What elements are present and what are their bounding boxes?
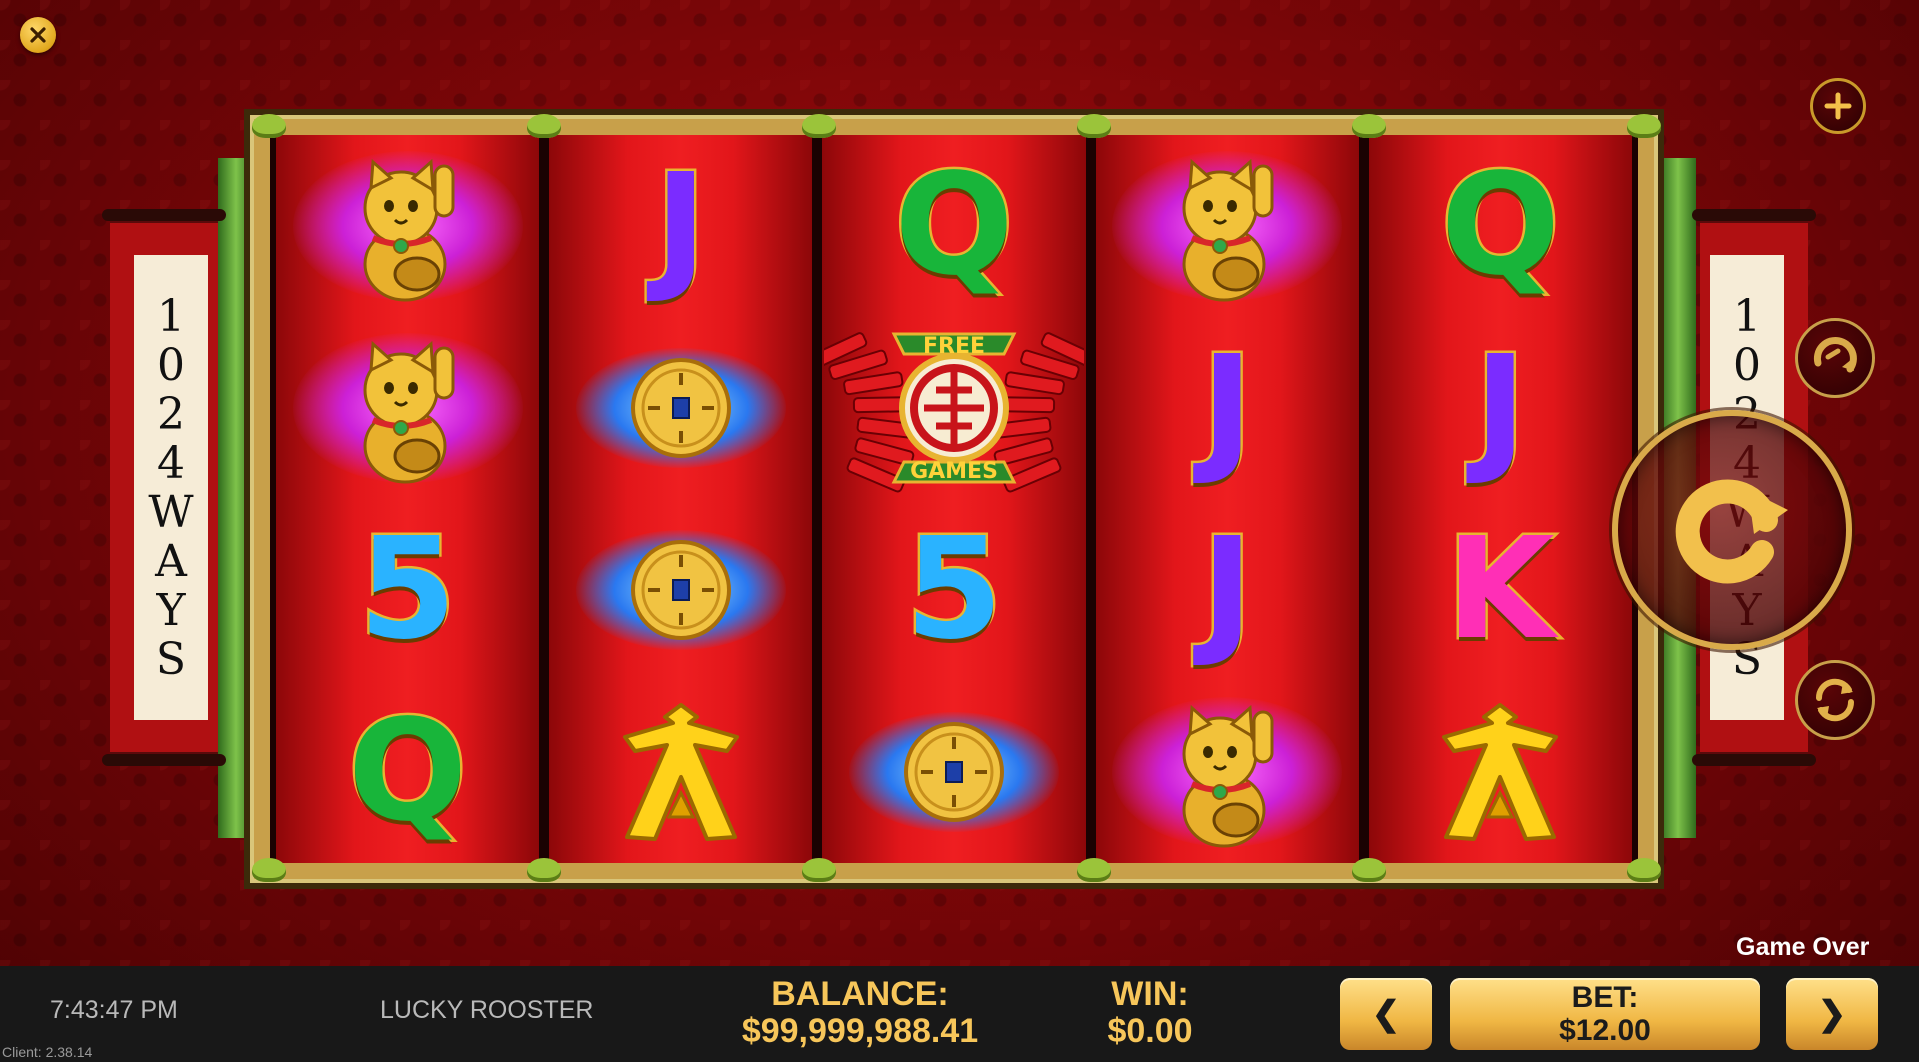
bet-increase-button[interactable]: ❯ <box>1786 978 1878 1050</box>
symbol-j: J <box>1472 326 1529 489</box>
symbol-j: J <box>1199 508 1256 671</box>
frame-stud <box>1627 858 1661 882</box>
frame-stud <box>1627 114 1661 138</box>
symbol-free-games: FREE GAMES <box>824 323 1084 493</box>
symbol-lucky-cat <box>1112 687 1343 857</box>
free-games-top-text: FREE <box>922 334 986 359</box>
ways-char: S <box>155 633 187 685</box>
symbol-j: J <box>652 144 709 307</box>
symbol-5: 5 <box>356 508 458 671</box>
refresh-icon <box>1815 678 1855 722</box>
chevron-left-icon: ❮ <box>1371 995 1401 1033</box>
frame-stud <box>1352 114 1386 138</box>
win-display: WIN: $0.00 <box>1080 976 1220 1050</box>
frame-stud <box>252 114 286 138</box>
reel-4: JJ <box>1095 135 1359 863</box>
balance-label: BALANCE: <box>771 975 949 1013</box>
bet-button[interactable]: BET: $12.00 <box>1450 978 1760 1050</box>
frame-stud <box>527 858 561 882</box>
ways-text: 1024WAYS <box>134 255 208 720</box>
frame-stud <box>527 114 561 138</box>
scroll-rod <box>102 209 226 221</box>
autoplay-button[interactable] <box>1795 318 1875 398</box>
symbol-gold-coin <box>839 687 1069 857</box>
balance-value: $99,999,988.41 <box>741 1012 979 1050</box>
bet-value: $12.00 <box>1559 1014 1651 1047</box>
ways-char: 0 <box>157 339 185 391</box>
symbol-k: K <box>1444 508 1557 671</box>
reel-5: QJK <box>1368 135 1633 863</box>
scroll-rod <box>102 754 226 766</box>
ways-char: 1 <box>1733 290 1761 342</box>
win-value: $0.00 <box>1107 1012 1193 1050</box>
symbol-ace <box>566 687 796 857</box>
reel-1: 5Q <box>276 135 540 863</box>
close-button[interactable] <box>20 17 56 53</box>
scroll-rod <box>1692 209 1816 221</box>
frame-stud <box>1077 114 1111 138</box>
win-label: WIN: <box>1111 975 1189 1013</box>
status-message: Game Over <box>1736 933 1870 961</box>
clock: 7:43:47 PM <box>50 996 178 1024</box>
symbol-q: Q <box>892 144 1016 307</box>
game-name: LUCKY ROOSTER <box>380 996 594 1024</box>
symbol-j: J <box>1199 326 1256 489</box>
symbol-ace <box>1385 687 1615 857</box>
bet-label: BET: <box>1571 981 1639 1014</box>
frame-stud <box>1352 858 1386 882</box>
frame-stud <box>802 114 836 138</box>
client-version: Client: 2.38.14 <box>2 1044 93 1060</box>
symbol-lucky-cat <box>1112 141 1343 311</box>
left-green-edge <box>218 158 254 838</box>
bottom-bar: 7:43:47 PM Client: 2.38.14 LUCKY ROOSTER… <box>0 966 1919 1062</box>
frame-stud <box>1077 858 1111 882</box>
ways-char: 4 <box>157 437 185 489</box>
reel-frame: 5 Q J Q FREE GAMES 5 J J Q J K <box>250 115 1658 883</box>
ways-char: 1 <box>157 290 185 342</box>
bet-decrease-button[interactable]: ❮ <box>1340 978 1432 1050</box>
autoplay-icon <box>1813 337 1857 373</box>
spin-button[interactable] <box>1612 410 1852 650</box>
reel-2: J <box>549 135 813 863</box>
symbol-gold-coin <box>566 323 796 493</box>
refresh-button[interactable] <box>1795 660 1875 740</box>
balance-display: BALANCE: $99,999,988.41 <box>720 976 1000 1050</box>
free-games-bottom-text: GAMES <box>910 459 998 484</box>
spin-icon <box>1675 479 1788 584</box>
symbol-q: Q <box>346 690 470 853</box>
symbol-5: 5 <box>903 508 1005 671</box>
close-icon <box>30 27 46 43</box>
scroll-rod <box>1692 754 1816 766</box>
reel-3: Q FREE GAMES 5 <box>822 135 1086 863</box>
symbol-gold-coin <box>566 505 796 675</box>
symbol-q: Q <box>1438 144 1562 307</box>
reel-area: 5 Q J Q FREE GAMES 5 J J Q J K <box>270 135 1638 863</box>
left-ways-scroll: 1024WAYS <box>102 209 226 766</box>
ways-char: 2 <box>157 388 185 440</box>
chevron-right-icon: ❯ <box>1817 995 1847 1033</box>
add-button[interactable] <box>1810 78 1866 134</box>
symbol-lucky-cat <box>292 141 523 311</box>
symbol-lucky-cat <box>292 323 523 493</box>
ways-char: 0 <box>1733 339 1761 391</box>
frame-stud <box>252 858 286 882</box>
plus-icon <box>1824 92 1852 120</box>
ways-char: A <box>155 535 187 587</box>
ways-char: Y <box>156 584 186 636</box>
ways-char: W <box>148 486 194 538</box>
frame-stud <box>802 858 836 882</box>
